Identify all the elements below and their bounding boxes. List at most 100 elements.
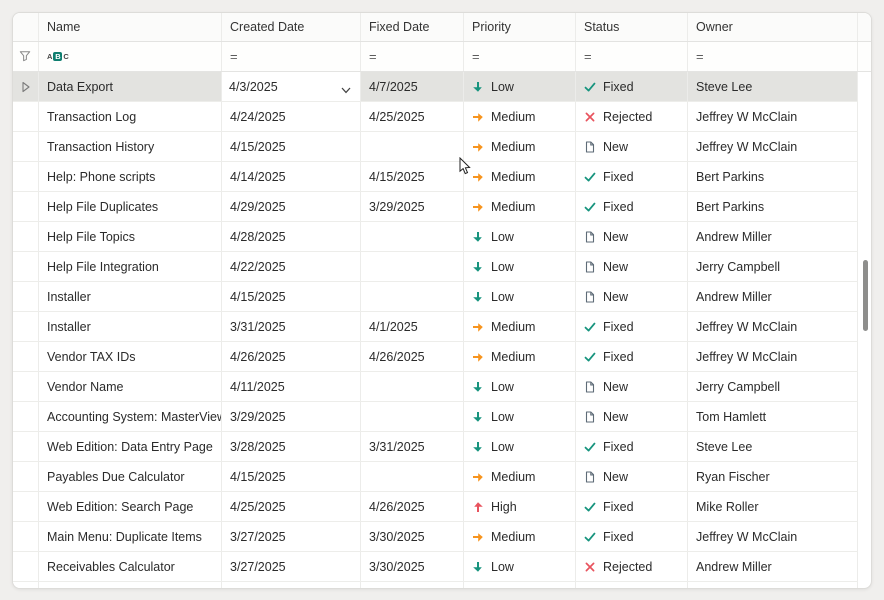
name-cell[interactable]: Web Edition: Data Entry Page xyxy=(39,432,222,461)
status-cell[interactable]: Fixed xyxy=(576,162,688,191)
table-row[interactable]: Help File Topics 4/28/2025 Low New Andre… xyxy=(13,222,858,252)
table-row[interactable]: Installer 3/31/2025 4/1/2025 Medium Fixe… xyxy=(13,312,858,342)
created-date-cell[interactable]: 3/27/2025 xyxy=(222,552,361,581)
row-indicator-cell[interactable] xyxy=(13,492,39,521)
row-indicator-cell[interactable] xyxy=(13,252,39,281)
owner-cell[interactable]: Andrew Miller xyxy=(688,552,858,581)
status-cell[interactable]: New xyxy=(576,132,688,161)
name-cell[interactable]: Ledger: Inconsistency xyxy=(39,582,222,589)
fixed-date-cell[interactable]: 4/17/2025 xyxy=(361,582,464,589)
priority-cell[interactable]: Low xyxy=(464,282,576,311)
name-cell[interactable]: Help File Integration xyxy=(39,252,222,281)
name-cell[interactable]: Transaction History xyxy=(39,132,222,161)
name-cell[interactable]: Payables Due Calculator xyxy=(39,462,222,491)
created-date-editor[interactable]: 4/3/2025 xyxy=(222,72,361,101)
status-cell[interactable]: Fixed xyxy=(576,342,688,371)
fixed-date-cell[interactable] xyxy=(361,402,464,431)
table-row[interactable]: Installer 4/15/2025 Low New Andrew Mille… xyxy=(13,282,858,312)
filter-cell-priority[interactable]: = xyxy=(464,42,576,71)
fixed-date-cell[interactable]: 4/1/2025 xyxy=(361,312,464,341)
created-date-cell[interactable]: 4/29/2025 xyxy=(222,192,361,221)
name-cell[interactable]: Installer xyxy=(39,282,222,311)
status-cell[interactable]: New xyxy=(576,372,688,401)
status-cell[interactable]: Fixed xyxy=(576,192,688,221)
fixed-date-cell[interactable] xyxy=(361,132,464,161)
row-indicator-cell[interactable] xyxy=(13,162,39,191)
name-cell[interactable]: Accounting System: MasterView xyxy=(39,402,222,431)
fixed-date-cell[interactable]: 4/15/2025 xyxy=(361,162,464,191)
table-row[interactable]: Web Edition: Data Entry Page 3/28/2025 3… xyxy=(13,432,858,462)
owner-cell[interactable]: Jerry Campbell xyxy=(688,252,858,281)
filter-cell-name[interactable]: ABC xyxy=(39,42,222,71)
table-row[interactable]: Web Edition: Search Page 4/25/2025 4/26/… xyxy=(13,492,858,522)
row-indicator-cell[interactable] xyxy=(13,552,39,581)
status-cell[interactable]: Fixed xyxy=(576,522,688,551)
owner-cell[interactable]: Jerry Campbell xyxy=(688,372,858,401)
fixed-date-cell[interactable]: 3/29/2025 xyxy=(361,192,464,221)
column-header-status[interactable]: Status xyxy=(576,13,688,41)
status-cell[interactable]: Fixed xyxy=(576,582,688,589)
status-cell[interactable]: New xyxy=(576,282,688,311)
status-cell[interactable]: Fixed xyxy=(576,432,688,461)
status-cell[interactable]: Fixed xyxy=(576,72,688,101)
name-cell[interactable]: Help: Phone scripts xyxy=(39,162,222,191)
status-cell[interactable]: Fixed xyxy=(576,312,688,341)
name-cell[interactable]: Web Edition: Search Page xyxy=(39,492,222,521)
created-date-cell[interactable]: 4/15/2025 xyxy=(222,462,361,491)
name-cell[interactable]: Main Menu: Duplicate Items xyxy=(39,522,222,551)
status-cell[interactable]: Rejected xyxy=(576,552,688,581)
table-row[interactable]: Receivables Calculator 3/27/2025 3/30/20… xyxy=(13,552,858,582)
row-indicator-cell[interactable] xyxy=(13,522,39,551)
table-row[interactable]: Vendor TAX IDs 4/26/2025 4/26/2025 Mediu… xyxy=(13,342,858,372)
owner-cell[interactable]: Steve Lee xyxy=(688,72,858,101)
created-date-cell[interactable]: 3/29/2025 xyxy=(222,402,361,431)
table-row[interactable]: Help File Duplicates 4/29/2025 3/29/2025… xyxy=(13,192,858,222)
fixed-date-cell[interactable]: 4/25/2025 xyxy=(361,102,464,131)
priority-cell[interactable]: Medium xyxy=(464,132,576,161)
created-date-cell[interactable]: 3/27/2025 xyxy=(222,522,361,551)
owner-cell[interactable]: Tom Hamlett xyxy=(688,402,858,431)
priority-cell[interactable]: Medium xyxy=(464,342,576,371)
fixed-date-cell[interactable]: 4/26/2025 xyxy=(361,492,464,521)
priority-cell[interactable]: Medium xyxy=(464,162,576,191)
priority-cell[interactable]: Low xyxy=(464,372,576,401)
created-date-cell[interactable]: 4/26/2025 xyxy=(222,342,361,371)
created-date-cell[interactable]: 4/15/2025 xyxy=(222,282,361,311)
priority-cell[interactable]: Low xyxy=(464,432,576,461)
name-cell[interactable]: Help File Duplicates xyxy=(39,192,222,221)
priority-cell[interactable]: Medium xyxy=(464,312,576,341)
table-row[interactable]: Main Menu: Duplicate Items 3/27/2025 3/3… xyxy=(13,522,858,552)
fixed-date-cell[interactable]: 3/31/2025 xyxy=(361,432,464,461)
fixed-date-cell[interactable]: 4/7/2025 xyxy=(361,72,464,101)
row-indicator-cell[interactable] xyxy=(13,72,39,101)
filter-cell-owner[interactable]: = xyxy=(688,42,858,71)
table-row[interactable]: Payables Due Calculator 4/15/2025 Medium… xyxy=(13,462,858,492)
row-indicator-cell[interactable] xyxy=(13,312,39,341)
priority-cell[interactable]: Low xyxy=(464,72,576,101)
priority-cell[interactable]: Low xyxy=(464,552,576,581)
status-cell[interactable]: New xyxy=(576,462,688,491)
row-indicator-cell[interactable] xyxy=(13,372,39,401)
row-indicator-cell[interactable] xyxy=(13,342,39,371)
fixed-date-cell[interactable]: 3/30/2025 xyxy=(361,552,464,581)
table-row[interactable]: Ledger: Inconsistency 4/16/2025 4/17/202… xyxy=(13,582,858,589)
filter-cell-created-date[interactable]: = xyxy=(222,42,361,71)
priority-cell[interactable]: Medium xyxy=(464,462,576,491)
owner-cell[interactable]: Jeffrey W McClain xyxy=(688,312,858,341)
owner-cell[interactable]: Bert Parkins xyxy=(688,162,858,191)
table-row[interactable]: Help File Integration 4/22/2025 Low New … xyxy=(13,252,858,282)
name-cell[interactable]: Data Export xyxy=(39,72,222,101)
row-indicator-cell[interactable] xyxy=(13,102,39,131)
priority-cell[interactable]: Low xyxy=(464,402,576,431)
row-indicator-cell[interactable] xyxy=(13,282,39,311)
created-date-cell[interactable]: 4/22/2025 xyxy=(222,252,361,281)
name-cell[interactable]: Receivables Calculator xyxy=(39,552,222,581)
created-date-cell[interactable]: 4/24/2025 xyxy=(222,102,361,131)
column-header-priority[interactable]: Priority xyxy=(464,13,576,41)
row-indicator-cell[interactable] xyxy=(13,432,39,461)
owner-cell[interactable]: Andrew Miller xyxy=(688,282,858,311)
created-date-cell[interactable]: 4/28/2025 xyxy=(222,222,361,251)
owner-cell[interactable]: Mike Roller xyxy=(688,492,858,521)
table-row[interactable]: Help: Phone scripts 4/14/2025 4/15/2025 … xyxy=(13,162,858,192)
column-header-name[interactable]: Name xyxy=(39,13,222,41)
